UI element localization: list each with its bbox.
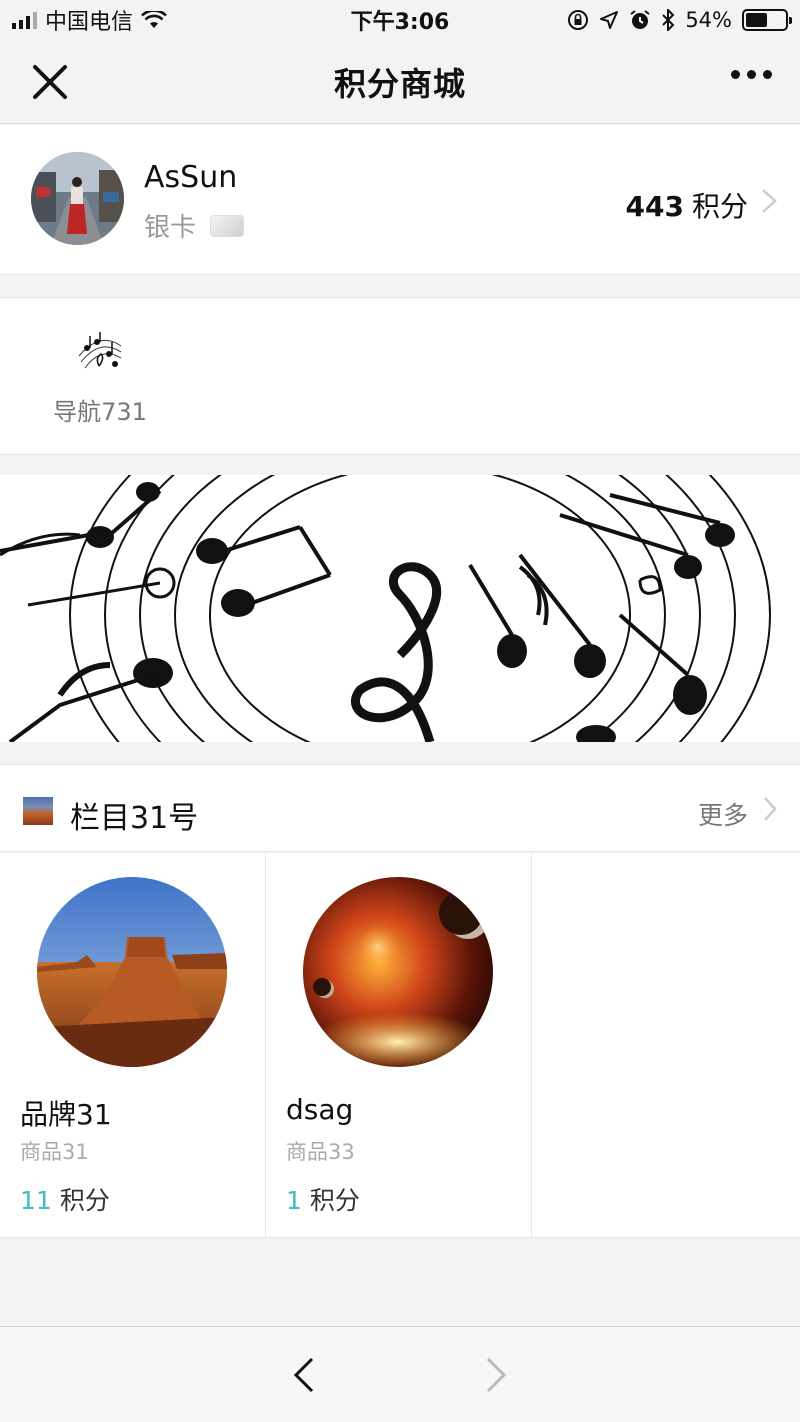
signal-icon [12, 11, 37, 29]
price-unit: 积分 [59, 1186, 110, 1215]
nav-bar: 积分商城 [0, 40, 800, 124]
member-level-label: 银卡 [144, 213, 197, 243]
product-name: 品牌31 [20, 1098, 112, 1131]
shortcut-item[interactable]: 导航731 [40, 326, 160, 427]
product-grid: 品牌31 商品31 11 积分 dsag 商品33 1 积分 [0, 853, 800, 1238]
product-subtitle: 商品31 [20, 1140, 89, 1164]
battery-icon [742, 9, 792, 31]
battery-percent: 54% [685, 8, 732, 32]
silver-card-icon [210, 214, 245, 237]
page-title: 积分商城 [333, 64, 466, 103]
nebula-planets-image[interactable] [303, 877, 493, 1067]
status-time: 下午3:06 [350, 10, 450, 35]
price-value: 11 [20, 1186, 52, 1215]
shortcut-grid: 导航731 [0, 297, 800, 455]
close-icon[interactable] [30, 62, 70, 102]
wifi-icon [141, 11, 167, 28]
location-icon [600, 11, 619, 29]
music-notes-icon [78, 332, 122, 369]
product-price: 11 积分 [20, 1181, 110, 1217]
section-title: 栏目31号 [70, 801, 199, 836]
product-subtitle: 商品33 [286, 1140, 355, 1164]
more-link[interactable]: 更多 [698, 796, 748, 832]
banner-image[interactable] [0, 475, 800, 742]
orientation-lock-icon [568, 10, 589, 30]
chevron-right-icon[interactable] [760, 187, 778, 215]
bluetooth-icon [662, 9, 675, 31]
price-unit: 积分 [309, 1186, 360, 1215]
status-right: 54% [488, 8, 792, 32]
empty-product-slot [532, 853, 798, 1238]
user-name: AsSun [144, 160, 238, 195]
product-card[interactable]: dsag 商品33 1 积分 [266, 853, 532, 1238]
avatar[interactable] [31, 152, 124, 245]
section-thumbnail [23, 797, 53, 825]
points-value: 443 [625, 190, 684, 223]
back-arrow-icon[interactable] [290, 1355, 318, 1395]
points-unit: 积分 [691, 190, 748, 223]
status-bar: 中国电信 下午3:06 54% [0, 0, 800, 40]
more-options-icon[interactable] [731, 70, 772, 79]
product-name: dsag [286, 1093, 354, 1126]
carrier-label: 中国电信 [45, 10, 134, 35]
product-card[interactable]: 品牌31 商品31 11 积分 [0, 853, 266, 1238]
alarm-icon [630, 10, 650, 29]
shortcut-label: 导航731 [53, 398, 147, 426]
forward-arrow-icon[interactable] [482, 1355, 510, 1395]
price-value: 1 [286, 1186, 302, 1215]
points-display[interactable]: 443 积分 [626, 185, 748, 225]
section-header[interactable]: 栏目31号 更多 [0, 764, 800, 852]
chevron-right-icon[interactable] [762, 795, 778, 823]
user-card[interactable]: AsSun 银卡 443 积分 [0, 125, 800, 275]
desert-butte-image[interactable] [37, 877, 227, 1067]
browser-toolbar [0, 1326, 800, 1422]
status-left: 中国电信 [12, 4, 312, 36]
user-level: 银卡 [144, 207, 245, 244]
product-price: 1 积分 [286, 1181, 360, 1217]
